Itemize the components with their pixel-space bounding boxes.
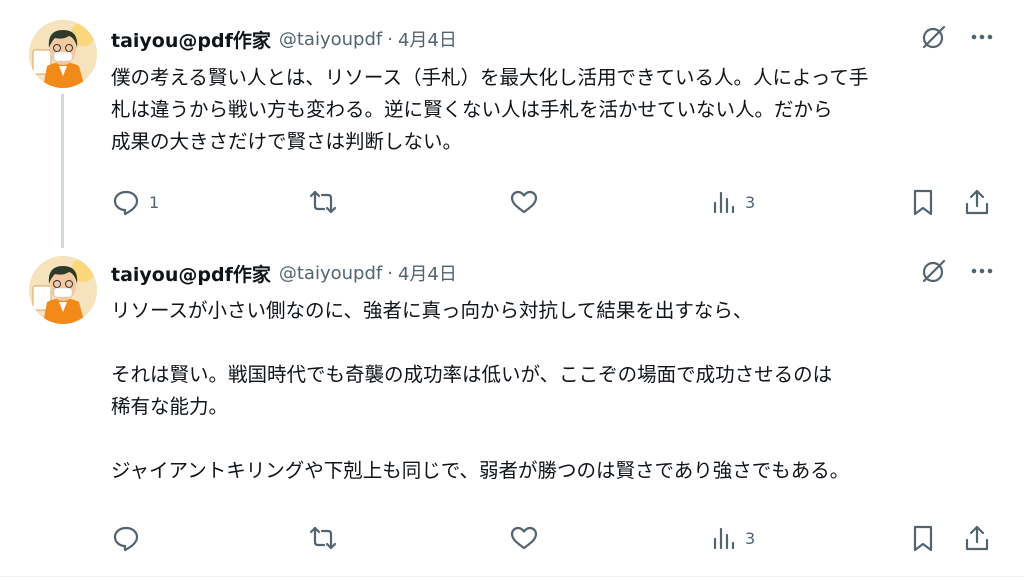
timestamp[interactable]: 4月4日 xyxy=(398,260,457,286)
like-button[interactable] xyxy=(509,184,547,220)
display-name[interactable]: taiyou@pdf作家 xyxy=(111,26,271,53)
share-button[interactable] xyxy=(963,184,991,220)
bookmark-button[interactable] xyxy=(910,520,936,556)
retweet-button[interactable] xyxy=(307,184,347,220)
more-icon[interactable] xyxy=(970,259,994,287)
text-line: 僕の考える賢い人とは、リソース（手札）を最大化し活用できている人。人によって手 xyxy=(111,66,869,89)
text-line: 札は違うから戦い方も変わる。逆に賢くない人は手札を活かせていない人。だから xyxy=(111,98,833,121)
views-icon xyxy=(711,187,737,217)
bookmark-icon xyxy=(910,187,936,217)
heart-icon xyxy=(509,187,539,217)
reply-button[interactable] xyxy=(111,520,149,556)
tweet-header: taiyou@pdf作家 @taiyoupdf · 4月4日 xyxy=(111,24,457,54)
like-button[interactable] xyxy=(509,520,547,556)
divider xyxy=(0,576,1024,577)
tweet[interactable]: taiyou@pdf作家 @taiyoupdf · 4月4日 リソースが小さい側… xyxy=(0,240,1024,578)
action-bar: 3 xyxy=(111,520,991,556)
thread-line xyxy=(61,94,64,248)
tweet-top-actions xyxy=(920,258,994,288)
text-line: 稀有な能力。 xyxy=(111,395,229,418)
text-line: ジャイアントキリングや下剋上も同じで、弱者が勝つのは賢さであり強さでもある。 xyxy=(111,459,850,482)
tweet[interactable]: taiyou@pdf作家 @taiyoupdf · 4月4日 僕の考える賢い人と… xyxy=(0,0,1024,248)
share-button[interactable] xyxy=(963,520,991,556)
slashed-circle-icon[interactable] xyxy=(920,258,946,288)
display-name[interactable]: taiyou@pdf作家 xyxy=(111,260,271,287)
tweet-text: リソースが小さい側なのに、強者に真っ向から対抗して結果を出すなら、 それは賢い。… xyxy=(111,295,991,487)
reply-icon xyxy=(111,523,141,553)
retweet-button[interactable] xyxy=(307,520,347,556)
separator: · xyxy=(387,262,393,284)
separator: · xyxy=(387,28,393,50)
reply-icon xyxy=(111,187,141,217)
handle[interactable]: @taiyoupdf xyxy=(279,263,382,284)
share-icon xyxy=(963,187,991,217)
view-count: 3 xyxy=(745,528,756,548)
text-line: それは賢い。戦国時代でも奇襲の成功率は低いが、ここぞの場面で成功させるのは xyxy=(111,363,833,386)
retweet-icon xyxy=(307,187,339,217)
bookmark-button[interactable] xyxy=(910,184,936,220)
views-button[interactable]: 3 xyxy=(711,184,755,220)
bookmark-icon xyxy=(910,523,936,553)
timestamp[interactable]: 4月4日 xyxy=(398,26,457,52)
heart-icon xyxy=(509,523,539,553)
reply-button[interactable]: 1 xyxy=(111,184,159,220)
retweet-icon xyxy=(307,523,339,553)
text-line: 成果の大きさだけで賢さは判断しない。 xyxy=(111,130,463,153)
share-icon xyxy=(963,523,991,553)
tweet-text: 僕の考える賢い人とは、リソース（手札）を最大化し活用できている人。人によって手 … xyxy=(111,62,991,158)
action-bar: 1 3 xyxy=(111,184,991,220)
views-button[interactable]: 3 xyxy=(711,520,755,556)
avatar[interactable] xyxy=(29,20,97,88)
reply-count: 1 xyxy=(149,192,160,212)
view-count: 3 xyxy=(745,192,756,212)
handle[interactable]: @taiyoupdf xyxy=(279,29,382,50)
avatar[interactable] xyxy=(29,256,97,324)
slashed-circle-icon[interactable] xyxy=(920,24,946,54)
views-icon xyxy=(711,523,737,553)
more-icon[interactable] xyxy=(970,25,994,53)
tweet-header: taiyou@pdf作家 @taiyoupdf · 4月4日 xyxy=(111,258,457,288)
text-line: リソースが小さい側なのに、強者に真っ向から対抗して結果を出すなら、 xyxy=(111,299,753,322)
tweet-top-actions xyxy=(920,24,994,54)
